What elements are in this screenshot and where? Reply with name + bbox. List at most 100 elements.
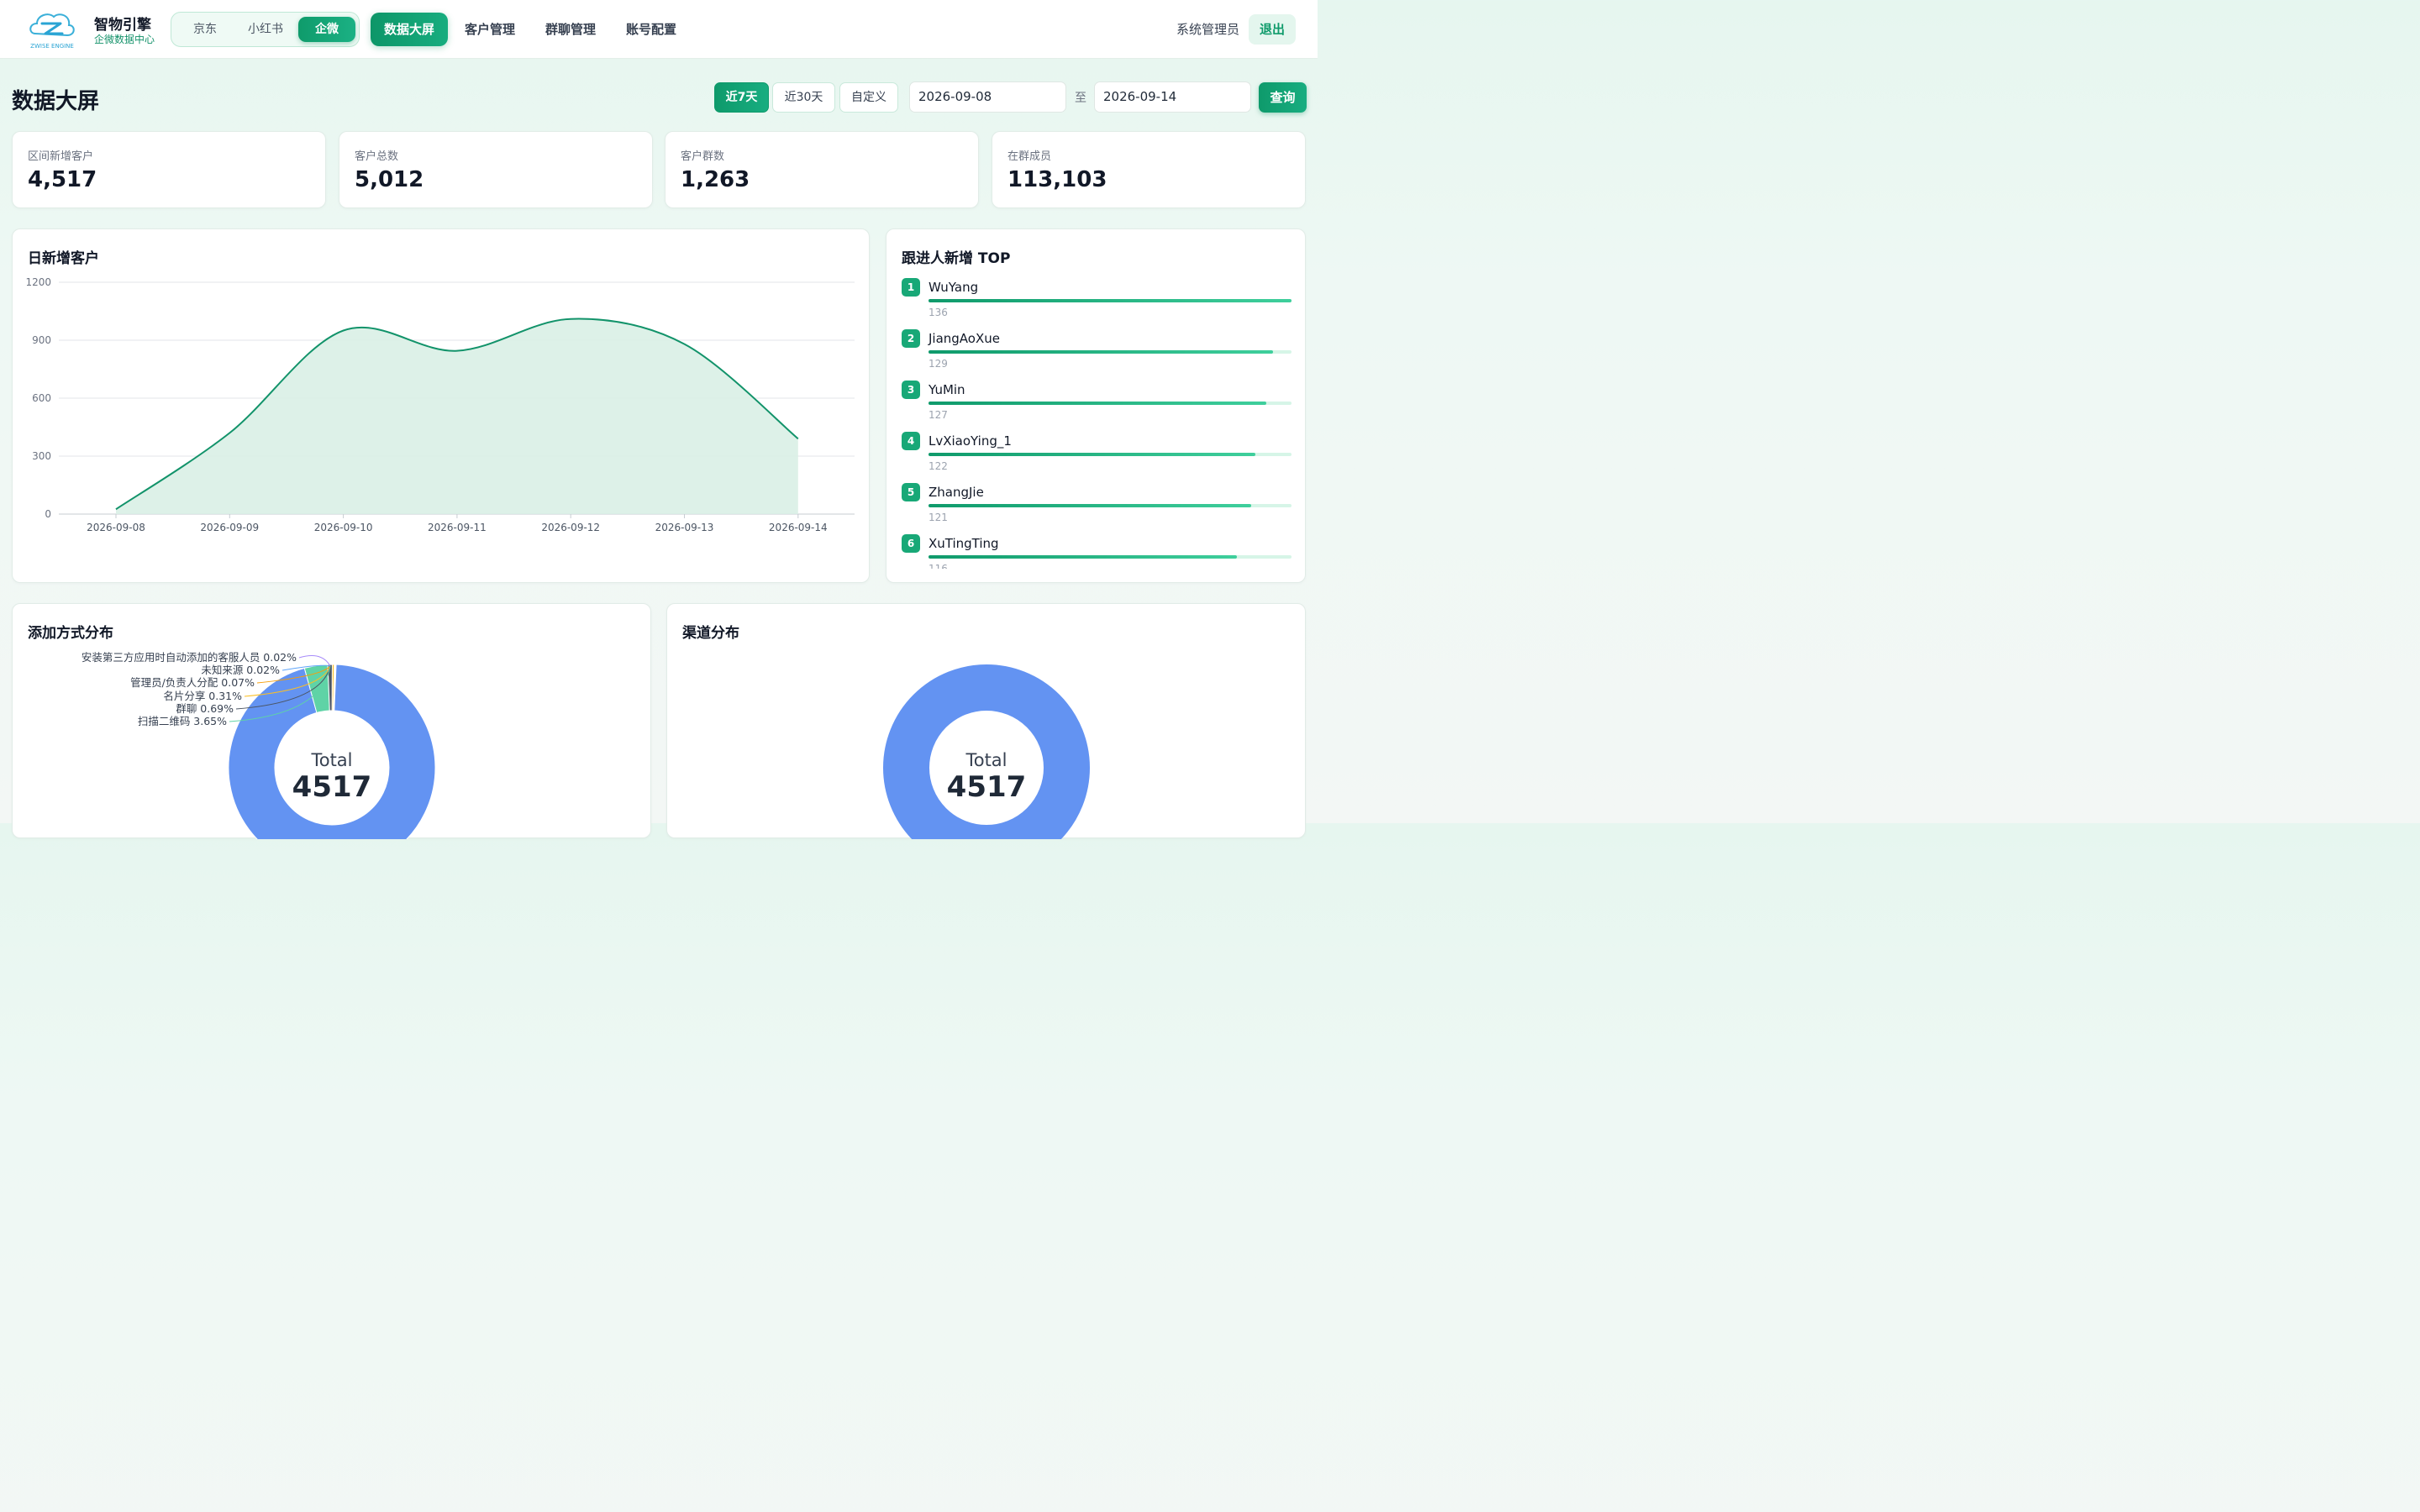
- x-tick-label: 2026-09-12: [541, 522, 600, 533]
- add-method-pie-chart: 安装第三方应用时自动添加的客服人员 0.02%未知来源 0.02%管理员/负责人…: [82, 651, 436, 839]
- follower-count: 127: [929, 409, 948, 421]
- stat-card-customer-groups: 客户群数 1,263: [665, 131, 979, 208]
- channel-pie-chart: Total4517: [883, 664, 1090, 839]
- follower-name: JiangAoXue: [929, 331, 1000, 346]
- query-button[interactable]: 查询: [1259, 82, 1307, 113]
- x-tick-label: 2026-09-08: [87, 522, 145, 533]
- platform-switch: 京东 小红书 企微: [171, 12, 360, 47]
- follower-count: 136: [929, 307, 948, 318]
- progress-fill: [929, 350, 1274, 354]
- range-7-days-button[interactable]: 近7天: [714, 82, 769, 113]
- y-tick-label: 0: [45, 508, 51, 520]
- brand-subtitle: 企微数据中心: [94, 34, 155, 45]
- top-follower-row: 4 LvXiaoYing_1 122: [902, 432, 1292, 483]
- date-separator: 至: [1075, 92, 1086, 105]
- pie-total-value: 4517: [947, 770, 1027, 804]
- brand-name: 智物引擎: [94, 17, 151, 34]
- y-tick-label: 900: [32, 334, 51, 346]
- follower-name: XuTingTing: [929, 536, 999, 551]
- progress-fill: [929, 299, 1292, 302]
- progress-fill: [929, 453, 1255, 456]
- progress-fill: [929, 555, 1238, 559]
- stat-value: 113,103: [1007, 167, 1107, 192]
- pie-slice-label: 管理员/负责人分配 0.07%: [130, 676, 255, 689]
- pie-slice-label: 名片分享 0.31%: [163, 690, 242, 702]
- top-follower-row: 1 WuYang 136: [902, 278, 1292, 329]
- progress-fill: [929, 402, 1266, 405]
- follower-count: 122: [929, 460, 948, 472]
- daily-new-customers-chart: 0 300 600 900 1200 2026-09-08 2026-09-09 2026-0…: [25, 276, 855, 533]
- nav-dashboard[interactable]: 数据大屏: [371, 13, 448, 46]
- stat-value: 4,517: [28, 167, 97, 192]
- progress-track: [929, 350, 1292, 354]
- progress-track: [929, 402, 1292, 405]
- stat-card-total-customers: 客户总数 5,012: [339, 131, 653, 208]
- nav-customer-management[interactable]: 客户管理: [456, 13, 523, 46]
- progress-track: [929, 555, 1292, 559]
- top-follower-row: 6 XuTingTing 116: [902, 534, 1292, 569]
- top-navbar: ZWISE ENGINE 智物引擎 企微数据中心 京东 小红书 企微 数据大屏 …: [0, 0, 1318, 59]
- pie-total-label: Total: [310, 750, 352, 770]
- stat-label: 客户总数: [355, 150, 399, 163]
- follower-count: 129: [929, 358, 948, 370]
- x-tick-label: 2026-09-11: [428, 522, 487, 533]
- x-tick-label: 2026-09-14: [769, 522, 828, 533]
- progress-track: [929, 453, 1292, 456]
- y-tick-label: 1200: [25, 276, 51, 288]
- user-role: 系统管理员: [1176, 22, 1240, 37]
- top-follower-row: 5 ZhangJie 121: [902, 483, 1292, 534]
- pie-total-label: Total: [965, 750, 1007, 770]
- zwise-logo-icon: ZWISE ENGINE: [29, 13, 75, 50]
- top-follower-row: 3 YuMin 127: [902, 381, 1292, 432]
- stat-card-group-members: 在群成员 113,103: [992, 131, 1306, 208]
- top-followers-title: 跟进人新增 TOP: [902, 250, 1011, 267]
- stat-label: 客户群数: [681, 150, 725, 163]
- progress-track: [929, 299, 1292, 302]
- stat-value: 1,263: [681, 167, 750, 192]
- pie-slice-label: 未知来源 0.02%: [201, 664, 280, 676]
- follower-count: 121: [929, 512, 948, 523]
- nav-group-management[interactable]: 群聊管理: [537, 13, 604, 46]
- y-tick-label: 300: [32, 450, 51, 462]
- pie-total-value: 4517: [292, 770, 372, 804]
- pie-slice-label: 安装第三方应用时自动添加的客服人员 0.02%: [82, 651, 297, 664]
- rank-badge: 2: [902, 329, 920, 348]
- channel-card: 渠道分布 Total 4517: [666, 603, 1306, 839]
- progress-fill: [929, 504, 1252, 507]
- platform-tab-jd[interactable]: 京东: [178, 17, 232, 42]
- y-tick-label: 600: [32, 392, 51, 404]
- nav-account-config[interactable]: 账号配置: [618, 13, 685, 46]
- rank-badge: 6: [902, 534, 920, 553]
- follower-name: YuMin: [929, 382, 965, 397]
- range-30-days-button[interactable]: 近30天: [772, 82, 835, 113]
- pie-slice-label: 群聊 0.69%: [176, 702, 234, 715]
- rank-badge: 5: [902, 483, 920, 501]
- follower-name: LvXiaoYing_1: [929, 433, 1012, 449]
- rank-badge: 3: [902, 381, 920, 399]
- stat-label: 在群成员: [1007, 150, 1052, 163]
- follower-name: WuYang: [929, 280, 979, 295]
- page-title: 数据大屏: [12, 89, 100, 114]
- logout-button[interactable]: 退出: [1249, 14, 1296, 45]
- rank-badge: 4: [902, 432, 920, 450]
- top-followers-list: 1 WuYang 136 2 JiangAoXue 129 3 YuMin 127 4 LvXiao…: [902, 278, 1292, 569]
- platform-tab-wecom[interactable]: 企微: [298, 17, 355, 42]
- x-tick-label: 2026-09-10: [314, 522, 373, 533]
- stat-value: 5,012: [355, 167, 424, 192]
- x-tick-label: 2026-09-09: [200, 522, 259, 533]
- follower-count: 116: [929, 563, 948, 569]
- stat-label: 区间新增客户: [28, 150, 94, 163]
- add-method-card: 添加方式分布 安装第三方应用时自动添加的客服人员 0.02% 未知来源 0.02%…: [12, 603, 651, 839]
- stat-card-new-customers: 区间新增客户 4,517: [12, 131, 326, 208]
- platform-tab-xiaohongshu[interactable]: 小红书: [237, 17, 294, 42]
- rank-badge: 1: [902, 278, 920, 297]
- end-date-input[interactable]: 2026-09-14: [1094, 81, 1251, 113]
- x-tick-label: 2026-09-13: [655, 522, 714, 533]
- daily-new-customers-card: 日新增客户 0 300 600 900 1200 2026-09-08 2026-09-09…: [12, 228, 870, 583]
- progress-track: [929, 504, 1292, 507]
- range-custom-button[interactable]: 自定义: [839, 82, 898, 113]
- follower-name: ZhangJie: [929, 485, 984, 500]
- logo-wordmark: ZWISE ENGINE: [30, 43, 74, 50]
- start-date-input[interactable]: 2026-09-08: [909, 81, 1066, 113]
- top-followers-card: 跟进人新增 TOP 1 WuYang 136 2 JiangAoXue 129 3 YuMin…: [886, 228, 1306, 583]
